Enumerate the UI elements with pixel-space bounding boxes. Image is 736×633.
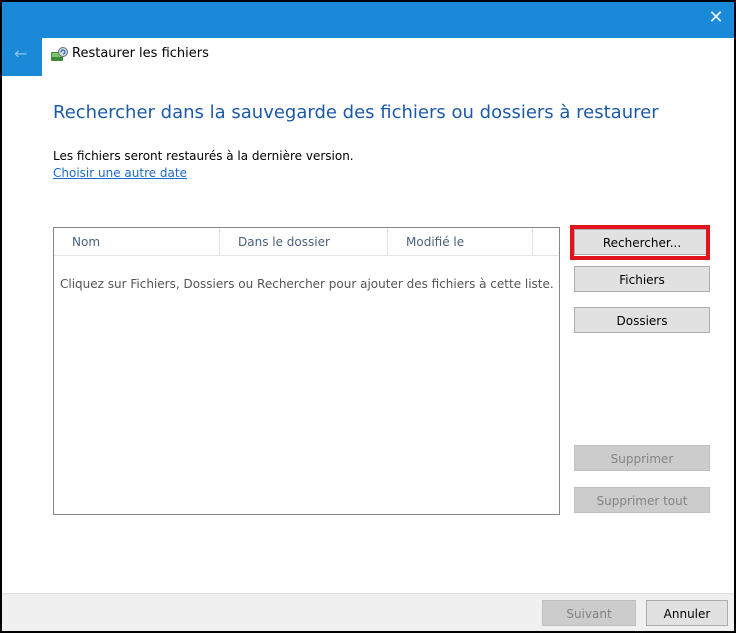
backup-restore-icon xyxy=(51,47,68,61)
restore-version-info: Les fichiers seront restaurés à la derni… xyxy=(53,149,354,163)
window-title: Restaurer les fichiers xyxy=(72,46,209,61)
back-arrow-icon[interactable]: ← xyxy=(14,46,34,62)
cancel-button[interactable]: Annuler xyxy=(646,600,728,626)
page-heading: Rechercher dans la sauvegarde des fichie… xyxy=(53,102,659,123)
search-button[interactable]: Rechercher... xyxy=(574,229,710,255)
column-header-folder[interactable]: Dans le dossier xyxy=(220,228,388,256)
table-header: Nom Dans le dossier Modifié le xyxy=(54,228,559,256)
files-button[interactable]: Fichiers xyxy=(574,266,710,292)
remove-all-button[interactable]: Supprimer tout xyxy=(574,487,710,513)
choose-other-date-link[interactable]: Choisir une autre date xyxy=(53,166,187,180)
folders-button[interactable]: Dossiers xyxy=(574,307,710,333)
column-header-modified[interactable]: Modifié le xyxy=(388,228,533,256)
column-header-name[interactable]: Nom xyxy=(54,228,220,256)
files-list-table[interactable]: Nom Dans le dossier Modifié le Cliquez s… xyxy=(53,227,560,515)
next-button[interactable]: Suivant xyxy=(542,600,636,626)
restore-files-window: ✕ ← Restaurer les fichiers Rechercher da… xyxy=(0,0,736,633)
empty-list-message: Cliquez sur Fichiers, Dossiers ou Recher… xyxy=(60,277,554,291)
remove-button[interactable]: Supprimer xyxy=(574,445,710,471)
close-icon[interactable]: ✕ xyxy=(702,4,730,32)
